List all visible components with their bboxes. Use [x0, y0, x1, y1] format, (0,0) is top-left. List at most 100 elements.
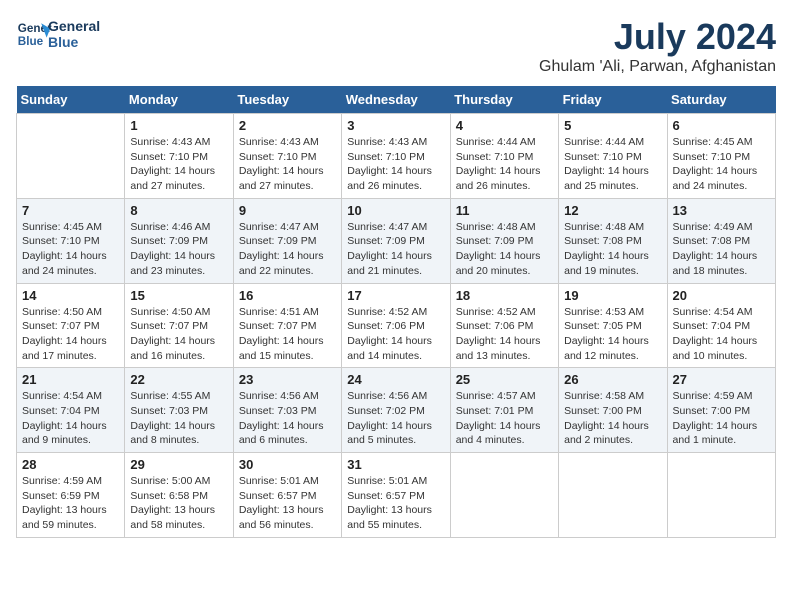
day-info: Sunrise: 4:55 AMSunset: 7:03 PMDaylight:… — [130, 389, 227, 448]
day-info: Sunrise: 4:48 AMSunset: 7:09 PMDaylight:… — [456, 220, 553, 279]
day-info: Sunrise: 4:44 AMSunset: 7:10 PMDaylight:… — [564, 135, 661, 194]
day-number: 25 — [456, 372, 553, 387]
calendar-cell: 12 Sunrise: 4:48 AMSunset: 7:08 PMDayligh… — [559, 198, 667, 283]
calendar-cell: 18 Sunrise: 4:52 AMSunset: 7:06 PMDayligh… — [450, 283, 558, 368]
calendar-cell: 22 Sunrise: 4:55 AMSunset: 7:03 PMDayligh… — [125, 368, 233, 453]
calendar-cell: 9Sunrise: 4:47 AMSunset: 7:09 PMDaylight… — [233, 198, 341, 283]
calendar-cell: 2Sunrise: 4:43 AMSunset: 7:10 PMDaylight… — [233, 114, 341, 199]
header-row: SundayMondayTuesdayWednesdayThursdayFrid… — [17, 86, 776, 114]
day-number: 23 — [239, 372, 336, 387]
calendar-cell: 15 Sunrise: 4:50 AMSunset: 7:07 PMDayligh… — [125, 283, 233, 368]
day-info: Sunrise: 5:00 AMSunset: 6:58 PMDaylight:… — [130, 474, 227, 533]
day-number: 26 — [564, 372, 661, 387]
logo-text-general: General — [48, 18, 100, 34]
day-number: 18 — [456, 288, 553, 303]
calendar-cell: 11 Sunrise: 4:48 AMSunset: 7:09 PMDayligh… — [450, 198, 558, 283]
calendar-cell — [17, 114, 125, 199]
day-number: 11 — [456, 203, 553, 218]
day-info: Sunrise: 4:44 AMSunset: 7:10 PMDaylight:… — [456, 135, 553, 194]
day-number: 22 — [130, 372, 227, 387]
day-number: 10 — [347, 203, 444, 218]
day-info: Sunrise: 4:50 AMSunset: 7:07 PMDaylight:… — [130, 305, 227, 364]
header-day-friday: Friday — [559, 86, 667, 114]
calendar-cell — [450, 453, 558, 538]
calendar-cell — [667, 453, 775, 538]
day-number: 16 — [239, 288, 336, 303]
header-day-sunday: Sunday — [17, 86, 125, 114]
day-info: Sunrise: 4:53 AMSunset: 7:05 PMDaylight:… — [564, 305, 661, 364]
day-info: Sunrise: 4:43 AMSunset: 7:10 PMDaylight:… — [347, 135, 444, 194]
day-number: 6 — [673, 118, 770, 133]
calendar-cell: 28 Sunrise: 4:59 AMSunset: 6:59 PMDayligh… — [17, 453, 125, 538]
day-number: 27 — [673, 372, 770, 387]
calendar-cell: 26Sunrise: 4:58 AMSunset: 7:00 PMDayligh… — [559, 368, 667, 453]
day-info: Sunrise: 4:45 AMSunset: 7:10 PMDaylight:… — [22, 220, 119, 279]
calendar-cell: 23 Sunrise: 4:56 AMSunset: 7:03 PMDayligh… — [233, 368, 341, 453]
day-number: 4 — [456, 118, 553, 133]
logo-icon: General Blue — [16, 16, 52, 52]
day-number: 15 — [130, 288, 227, 303]
day-number: 28 — [22, 457, 119, 472]
header-day-tuesday: Tuesday — [233, 86, 341, 114]
header-day-monday: Monday — [125, 86, 233, 114]
calendar-cell: 10 Sunrise: 4:47 AMSunset: 7:09 PMDayligh… — [342, 198, 450, 283]
subtitle: Ghulam 'Ali, Parwan, Afghanistan — [539, 58, 776, 76]
title-section: July 2024 Ghulam 'Ali, Parwan, Afghanist… — [539, 16, 776, 76]
day-number: 24 — [347, 372, 444, 387]
day-number: 17 — [347, 288, 444, 303]
day-info: Sunrise: 4:48 AMSunset: 7:08 PMDaylight:… — [564, 220, 661, 279]
day-info: Sunrise: 4:52 AMSunset: 7:06 PMDaylight:… — [347, 305, 444, 364]
day-number: 9 — [239, 203, 336, 218]
calendar-table: SundayMondayTuesdayWednesdayThursdayFrid… — [16, 86, 776, 538]
header-day-thursday: Thursday — [450, 86, 558, 114]
day-number: 5 — [564, 118, 661, 133]
header-day-saturday: Saturday — [667, 86, 775, 114]
calendar-header: SundayMondayTuesdayWednesdayThursdayFrid… — [17, 86, 776, 114]
calendar-cell: 16Sunrise: 4:51 AMSunset: 7:07 PMDayligh… — [233, 283, 341, 368]
week-row-5: 28 Sunrise: 4:59 AMSunset: 6:59 PMDayligh… — [17, 453, 776, 538]
calendar-cell: 24 Sunrise: 4:56 AMSunset: 7:02 PMDayligh… — [342, 368, 450, 453]
main-title: July 2024 — [539, 16, 776, 58]
calendar-body: 1Sunrise: 4:43 AMSunset: 7:10 PMDaylight… — [17, 114, 776, 538]
calendar-cell: 3Sunrise: 4:43 AMSunset: 7:10 PMDaylight… — [342, 114, 450, 199]
day-number: 12 — [564, 203, 661, 218]
day-info: Sunrise: 4:46 AMSunset: 7:09 PMDaylight:… — [130, 220, 227, 279]
calendar-cell: 20Sunrise: 4:54 AMSunset: 7:04 PMDayligh… — [667, 283, 775, 368]
day-info: Sunrise: 4:43 AMSunset: 7:10 PMDaylight:… — [239, 135, 336, 194]
header-day-wednesday: Wednesday — [342, 86, 450, 114]
day-info: Sunrise: 4:43 AMSunset: 7:10 PMDaylight:… — [130, 135, 227, 194]
calendar-cell: 19 Sunrise: 4:53 AMSunset: 7:05 PMDayligh… — [559, 283, 667, 368]
week-row-2: 7Sunrise: 4:45 AMSunset: 7:10 PMDaylight… — [17, 198, 776, 283]
day-info: Sunrise: 4:52 AMSunset: 7:06 PMDaylight:… — [456, 305, 553, 364]
calendar-cell: 14Sunrise: 4:50 AMSunset: 7:07 PMDayligh… — [17, 283, 125, 368]
calendar-cell: 7Sunrise: 4:45 AMSunset: 7:10 PMDaylight… — [17, 198, 125, 283]
calendar-cell: 21 Sunrise: 4:54 AMSunset: 7:04 PMDayligh… — [17, 368, 125, 453]
calendar-cell: 17 Sunrise: 4:52 AMSunset: 7:06 PMDayligh… — [342, 283, 450, 368]
day-info: Sunrise: 4:47 AMSunset: 7:09 PMDaylight:… — [347, 220, 444, 279]
calendar-cell: 13 Sunrise: 4:49 AMSunset: 7:08 PMDayligh… — [667, 198, 775, 283]
calendar-cell — [559, 453, 667, 538]
calendar-cell: 25Sunrise: 4:57 AMSunset: 7:01 PMDayligh… — [450, 368, 558, 453]
week-row-3: 14Sunrise: 4:50 AMSunset: 7:07 PMDayligh… — [17, 283, 776, 368]
calendar-cell: 1Sunrise: 4:43 AMSunset: 7:10 PMDaylight… — [125, 114, 233, 199]
day-number: 19 — [564, 288, 661, 303]
day-number: 29 — [130, 457, 227, 472]
day-info: Sunrise: 4:54 AMSunset: 7:04 PMDaylight:… — [22, 389, 119, 448]
week-row-1: 1Sunrise: 4:43 AMSunset: 7:10 PMDaylight… — [17, 114, 776, 199]
calendar-cell: 31Sunrise: 5:01 AMSunset: 6:57 PMDayligh… — [342, 453, 450, 538]
day-info: Sunrise: 4:56 AMSunset: 7:03 PMDaylight:… — [239, 389, 336, 448]
day-info: Sunrise: 4:59 AMSunset: 6:59 PMDaylight:… — [22, 474, 119, 533]
logo: General Blue General Blue — [16, 16, 100, 52]
day-info: Sunrise: 4:49 AMSunset: 7:08 PMDaylight:… — [673, 220, 770, 279]
day-info: Sunrise: 4:50 AMSunset: 7:07 PMDaylight:… — [22, 305, 119, 364]
day-number: 21 — [22, 372, 119, 387]
day-info: Sunrise: 4:54 AMSunset: 7:04 PMDaylight:… — [673, 305, 770, 364]
calendar-cell: 29 Sunrise: 5:00 AMSunset: 6:58 PMDayligh… — [125, 453, 233, 538]
logo-text-blue: Blue — [48, 34, 100, 50]
day-number: 13 — [673, 203, 770, 218]
day-info: Sunrise: 4:56 AMSunset: 7:02 PMDaylight:… — [347, 389, 444, 448]
day-info: Sunrise: 4:45 AMSunset: 7:10 PMDaylight:… — [673, 135, 770, 194]
calendar-cell: 30Sunrise: 5:01 AMSunset: 6:57 PMDayligh… — [233, 453, 341, 538]
day-info: Sunrise: 5:01 AMSunset: 6:57 PMDaylight:… — [239, 474, 336, 533]
day-number: 8 — [130, 203, 227, 218]
